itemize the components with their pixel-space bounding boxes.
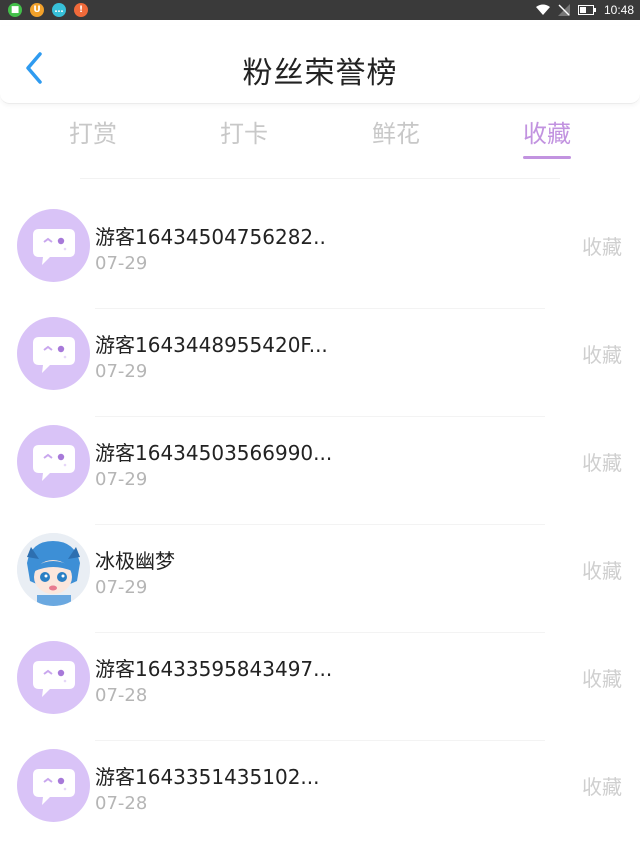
list-item[interactable]: 游客16434503566990... 07-29 收藏 xyxy=(0,425,640,533)
favorite-label: 收藏 xyxy=(582,343,622,367)
row-divider xyxy=(95,308,545,309)
list-item[interactable]: 游客16434504756282.. 07-29 收藏 xyxy=(0,209,640,317)
status-time: 10:48 xyxy=(603,3,634,17)
list-item[interactable]: 游客1643448955420F... 07-29 收藏 xyxy=(0,317,640,425)
user-name: 游客16434503566990... xyxy=(95,441,333,465)
avatar xyxy=(17,533,90,606)
tab-flowers[interactable]: 鲜花 xyxy=(341,114,451,149)
active-tab-indicator xyxy=(523,156,571,159)
row-divider xyxy=(95,524,545,525)
item-date: 07-29 xyxy=(95,361,148,382)
chat-bubble-icon xyxy=(33,769,75,805)
tabs-divider xyxy=(80,178,560,179)
wifi-icon xyxy=(535,4,550,15)
item-date: 07-28 xyxy=(95,685,148,706)
favorite-label: 收藏 xyxy=(582,559,622,583)
chat-bubble-icon xyxy=(33,661,75,697)
chat-bubble-icon xyxy=(33,337,75,373)
uc-app-icon: U xyxy=(30,3,44,17)
list-item[interactable]: 游客16433595843497... 07-28 收藏 xyxy=(0,641,640,749)
user-name: 冰极幽梦 xyxy=(95,549,175,573)
chat-bubble-icon xyxy=(33,229,75,265)
row-divider xyxy=(95,632,545,633)
tab-reward[interactable]: 打赏 xyxy=(38,114,148,149)
row-divider xyxy=(95,416,545,417)
avatar xyxy=(17,641,90,714)
message-app-icon: … xyxy=(52,3,66,17)
avatar xyxy=(17,317,90,390)
item-date: 07-28 xyxy=(95,793,148,814)
avatar xyxy=(17,749,90,822)
tab-favorites[interactable]: 收藏 xyxy=(492,114,602,149)
item-date: 07-29 xyxy=(95,577,148,598)
alert-app-icon: ! xyxy=(74,3,88,17)
chat-bubble-icon xyxy=(33,445,75,481)
favorite-label: 收藏 xyxy=(582,775,622,799)
list-item[interactable]: 冰极幽梦 07-29 收藏 xyxy=(0,533,640,641)
battery-icon xyxy=(577,5,596,15)
favorite-label: 收藏 xyxy=(582,667,622,691)
chat-app-icon: ■ xyxy=(8,3,22,17)
user-name: 游客16434504756282.. xyxy=(95,225,326,249)
user-name: 游客1643351435102... xyxy=(95,765,320,789)
page-title: 粉丝荣誉榜 xyxy=(242,56,398,91)
list-item[interactable]: 游客1643351435102... 07-28 收藏 xyxy=(0,749,640,857)
item-date: 07-29 xyxy=(95,253,148,274)
user-name: 游客16433595843497... xyxy=(95,657,333,681)
anime-character-icon xyxy=(17,533,90,606)
avatar xyxy=(17,209,90,282)
favorite-label: 收藏 xyxy=(582,235,622,259)
no-signal-icon xyxy=(557,4,570,16)
user-name: 游客1643448955420F... xyxy=(95,333,328,357)
avatar xyxy=(17,425,90,498)
item-date: 07-29 xyxy=(95,469,148,490)
tab-checkin[interactable]: 打卡 xyxy=(189,114,299,149)
row-divider xyxy=(95,740,545,741)
top-navigation-bar: 粉丝荣誉榜 xyxy=(0,26,640,104)
favorite-label: 收藏 xyxy=(582,451,622,475)
status-bar: ■ U … ! 10:48 xyxy=(0,0,640,20)
